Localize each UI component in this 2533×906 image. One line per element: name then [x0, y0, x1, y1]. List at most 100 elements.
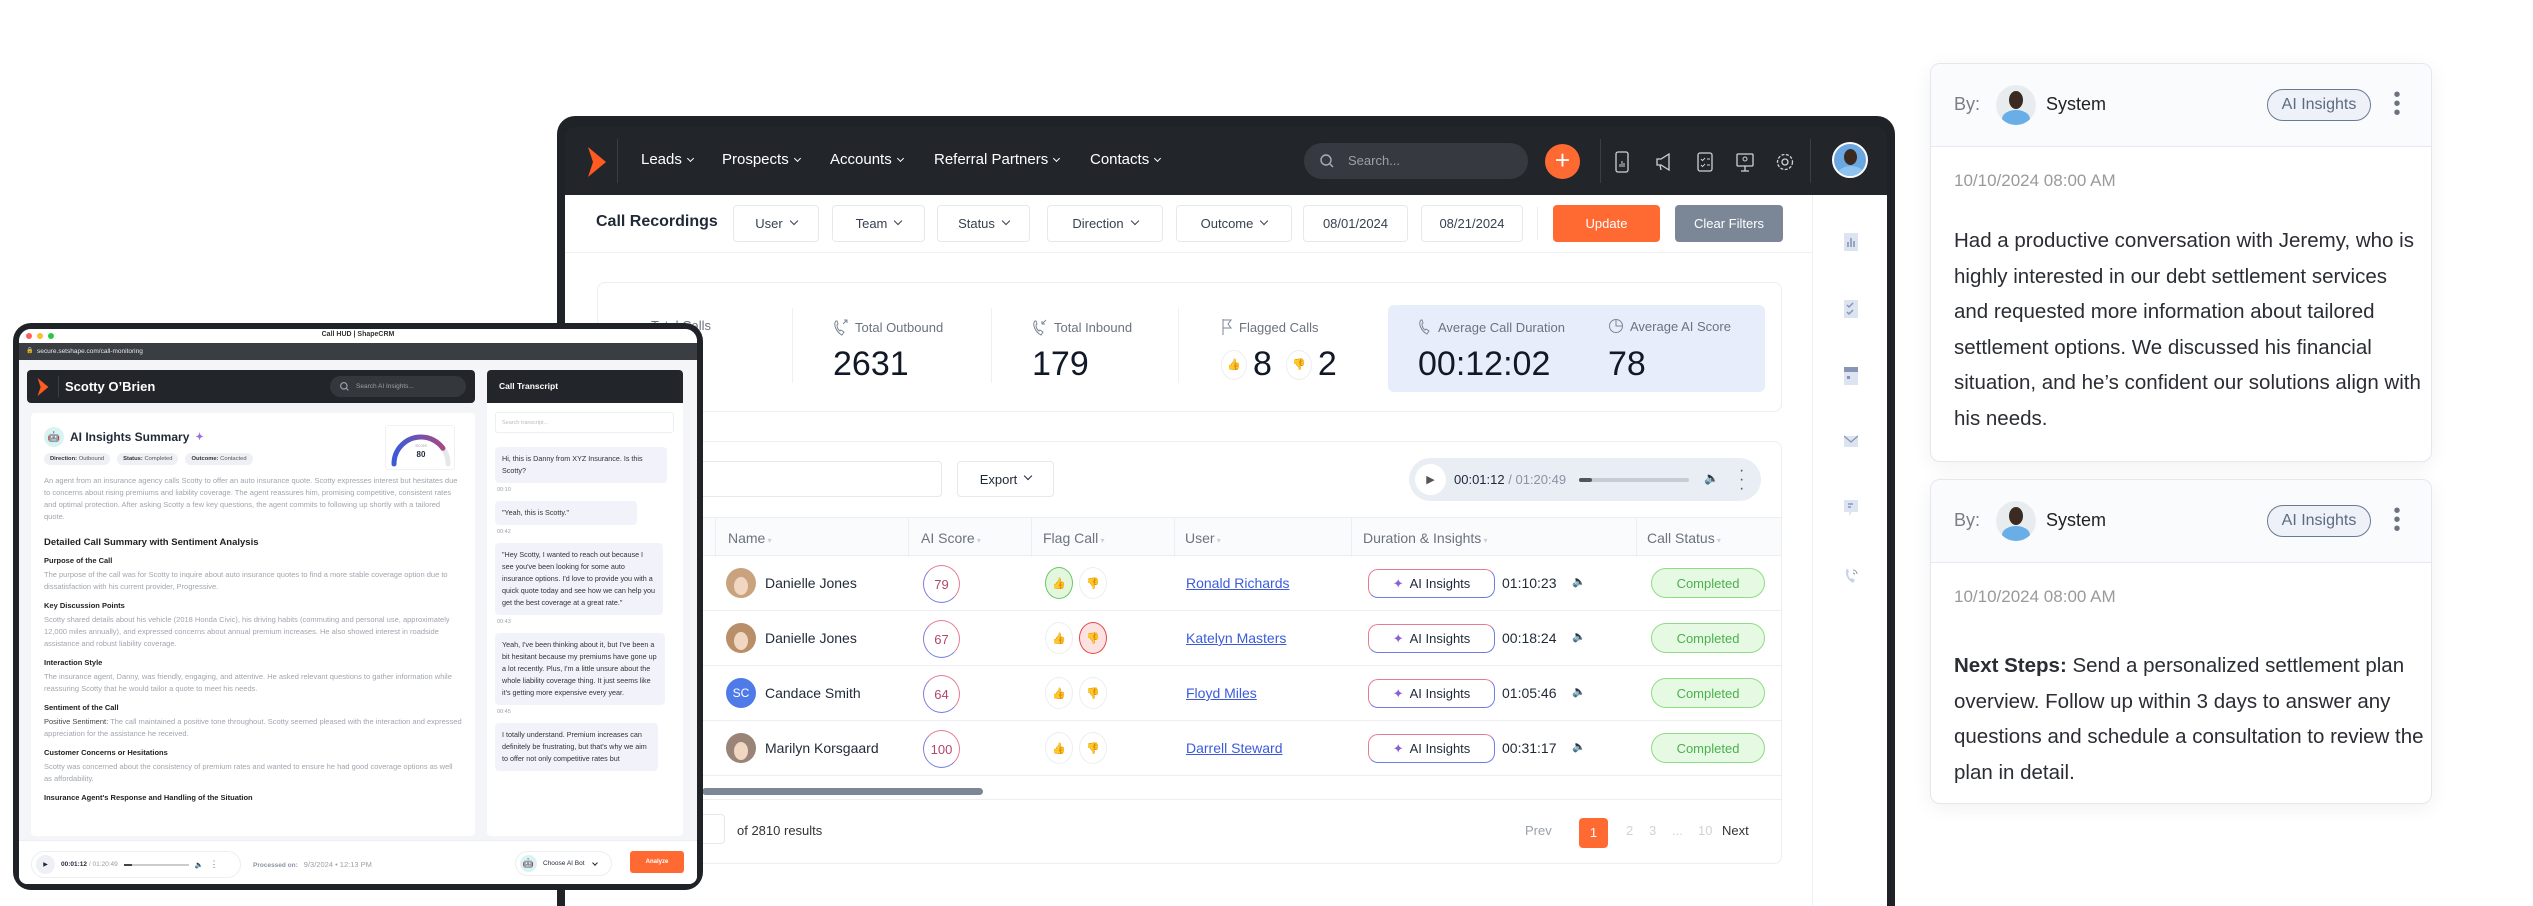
page-10-button[interactable]: 10: [1698, 823, 1712, 838]
logo-icon[interactable]: [588, 147, 606, 177]
more-options-icon[interactable]: • • •: [2393, 501, 2401, 539]
sparkle-icon: ✦: [1392, 740, 1404, 756]
message-timestamp: 00:43: [497, 619, 511, 625]
add-button[interactable]: +: [1545, 144, 1580, 179]
prev-page-button[interactable]: Prev: [1525, 823, 1552, 838]
mail-icon[interactable]: [1844, 433, 1858, 451]
filter-direction-dropdown[interactable]: Direction: [1047, 205, 1163, 242]
megaphone-icon[interactable]: [1654, 151, 1674, 173]
date-from-input[interactable]: 08/01/2024: [1303, 205, 1408, 242]
filter-status-dropdown[interactable]: Status: [937, 205, 1030, 242]
thumbs-down-button[interactable]: 👎: [1079, 732, 1107, 764]
next-page-button[interactable]: Next: [1722, 823, 1749, 838]
ai-insights-button[interactable]: ✦ AI Insights: [1368, 569, 1495, 598]
stat-flagged-calls-label: Flagged Calls: [1221, 318, 1319, 336]
play-button[interactable]: ▶: [36, 855, 55, 874]
nav-item-referral-partners[interactable]: Referral Partners: [934, 151, 1061, 168]
search-icon: [340, 382, 349, 391]
user-link[interactable]: Floyd Miles: [1186, 685, 1257, 701]
nav-item-leads[interactable]: Leads: [641, 151, 694, 168]
detailed-summary-heading: Detailed Call Summary with Sentiment Ana…: [44, 537, 259, 548]
play-audio-icon[interactable]: 🔈: [1572, 575, 1586, 588]
phone-call-icon[interactable]: [1844, 567, 1858, 585]
thumbs-down-button[interactable]: 👎: [1079, 622, 1107, 654]
table-row[interactable]: Danielle Jones 79 👍 👎 Ronald Richards ✦ AI Ins…: [598, 556, 1781, 611]
table-row[interactable]: Marilyn Korsgaard 100 👍 👎 Darrell Steward ✦ AI…: [598, 721, 1781, 776]
filter-team-dropdown[interactable]: Team: [832, 205, 925, 242]
divider: [1810, 139, 1811, 183]
presentation-icon[interactable]: [1735, 151, 1755, 173]
filter-user-dropdown[interactable]: User: [733, 205, 819, 242]
bar-chart-icon[interactable]: [1844, 233, 1858, 251]
thumbs-down-button[interactable]: 👎: [1079, 677, 1107, 709]
task-check-icon[interactable]: [1844, 300, 1858, 318]
user-link[interactable]: Katelyn Masters: [1186, 630, 1286, 646]
date-to-input[interactable]: 08/21/2024: [1421, 205, 1523, 242]
ai-insights-button[interactable]: ✦ AI Insights: [1368, 679, 1495, 708]
avatar-shirt: [2002, 110, 2030, 125]
play-audio-icon[interactable]: 🔈: [1572, 630, 1586, 643]
contact-name[interactable]: Danielle Jones: [765, 575, 857, 591]
chat-icon[interactable]: [1844, 500, 1858, 518]
play-button[interactable]: ▶: [1415, 464, 1446, 495]
clear-filters-button[interactable]: Clear Filters: [1675, 205, 1783, 242]
transcript-title: Call Transcript: [487, 370, 683, 403]
right-rail: [1812, 195, 1887, 906]
ai-insights-button[interactable]: ✦ AI Insights: [1368, 734, 1495, 763]
export-dropdown[interactable]: Export: [957, 461, 1054, 497]
column-header-ai-score[interactable]: AI Score: [921, 530, 981, 546]
column-header-call-status[interactable]: Call Status: [1647, 530, 1721, 546]
volume-icon[interactable]: 🔈: [195, 861, 204, 869]
play-audio-icon[interactable]: 🔈: [1572, 740, 1586, 753]
contact-name[interactable]: Candace Smith: [765, 685, 861, 701]
report-icon[interactable]: [1612, 151, 1632, 173]
badge-label: AI Insights: [2281, 96, 2357, 113]
checklist-icon[interactable]: [1695, 151, 1715, 173]
player-progress-slider[interactable]: [1579, 478, 1689, 482]
table-row[interactable]: Danielle Jones 67 👍 👎 Katelyn Masters ✦ AI Ins…: [598, 611, 1781, 666]
thumbs-up-button[interactable]: 👍: [1045, 677, 1073, 709]
column-header-user[interactable]: User: [1185, 530, 1221, 546]
global-search-input[interactable]: Search...: [1304, 143, 1528, 179]
ai-insights-button[interactable]: ✦ AI Insights: [1368, 624, 1495, 653]
nav-item-prospects[interactable]: Prospects: [722, 151, 801, 168]
ai-insights-search-input[interactable]: Search AI Insights...: [330, 376, 466, 397]
thumbs-down-button[interactable]: 👎: [1079, 567, 1107, 599]
user-avatar[interactable]: [1832, 142, 1868, 178]
contact-name[interactable]: Danielle Jones: [765, 630, 857, 646]
player-progress-slider[interactable]: [123, 863, 189, 866]
volume-icon[interactable]: 🔈: [1704, 471, 1719, 485]
calendar-icon[interactable]: [1844, 367, 1858, 385]
url-bar[interactable]: 🔒 secure.setshape.com/call-monitoring: [19, 343, 697, 360]
transcript-message: I totally understand. Premium increases …: [495, 723, 658, 771]
column-header-flag-call[interactable]: Flag Call: [1043, 530, 1105, 546]
page-2-button[interactable]: 2: [1626, 823, 1633, 838]
thumbs-up-button[interactable]: 👍: [1045, 622, 1073, 654]
page-3-button[interactable]: 3: [1649, 823, 1656, 838]
settings-gear-icon[interactable]: [1775, 151, 1795, 173]
more-options-icon[interactable]: ⋮: [209, 859, 218, 870]
more-options-icon[interactable]: · · ·: [1739, 463, 1744, 497]
horizontal-scrollbar[interactable]: [702, 788, 983, 795]
chip-value: Outbound: [78, 456, 105, 462]
choose-ai-bot-dropdown[interactable]: 🤖 Choose AI Bot: [515, 851, 612, 876]
update-button[interactable]: Update: [1553, 205, 1660, 242]
transcript-search-input[interactable]: Search transcript...: [495, 412, 674, 433]
analyze-button[interactable]: Analyze: [630, 851, 684, 873]
contact-name[interactable]: Marilyn Korsgaard: [765, 740, 879, 756]
section-body: The insurance agent, Danny, was friendly…: [44, 672, 452, 693]
user-link[interactable]: Darrell Steward: [1186, 740, 1282, 756]
column-header-duration-insights[interactable]: Duration & Insights: [1363, 530, 1488, 546]
filter-outcome-dropdown[interactable]: Outcome: [1176, 205, 1292, 242]
user-link[interactable]: Ronald Richards: [1186, 575, 1290, 591]
more-options-icon[interactable]: • • •: [2393, 85, 2401, 123]
column-header-name[interactable]: Name: [728, 530, 772, 546]
thumbs-up-button[interactable]: 👍: [1045, 567, 1073, 599]
page-1-button[interactable]: 1: [1579, 818, 1608, 848]
nav-item-accounts[interactable]: Accounts: [830, 151, 904, 168]
thumbs-up-button[interactable]: 👍: [1045, 732, 1073, 764]
nav-item-contacts[interactable]: Contacts: [1090, 151, 1162, 168]
column-divider: [1351, 518, 1352, 557]
play-audio-icon[interactable]: 🔈: [1572, 685, 1586, 698]
table-row[interactable]: SC Candace Smith 64 👍 👎 Floyd Miles ✦ AI Insigh…: [598, 666, 1781, 721]
